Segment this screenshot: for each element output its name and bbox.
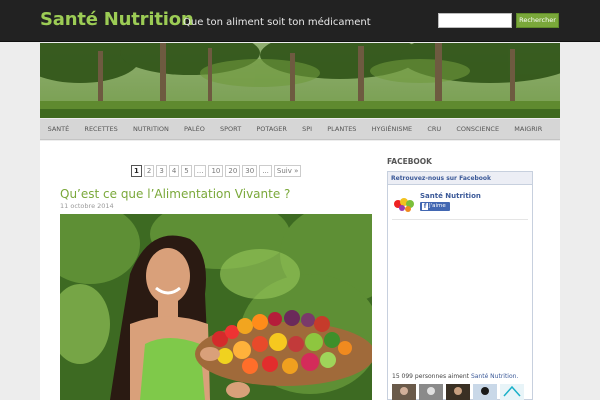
- page-link[interactable]: 2: [143, 165, 155, 177]
- facebook-fan-count: 15 099 personnes aiment Santé Nutrition.: [392, 373, 518, 380]
- page-link[interactable]: 4: [168, 165, 180, 177]
- top-bar: Santé Nutrition Que ton aliment soit ton…: [0, 0, 600, 42]
- fan-avatar[interactable]: [392, 384, 416, 400]
- nav-item-maigrir[interactable]: MAIGRIR: [507, 119, 550, 139]
- pagination: 1 2 3 4 5 ... 10 20 30 ... Suiv »: [131, 165, 302, 177]
- page-link[interactable]: 5: [181, 165, 192, 177]
- facebook-like-button[interactable]: f J'aime: [420, 202, 450, 211]
- search-input[interactable]: [438, 13, 512, 28]
- facebook-page-name[interactable]: Santé Nutrition: [420, 192, 481, 200]
- nav-item-spi[interactable]: SPI: [294, 119, 319, 139]
- facebook-widget: Retrouvez-nous sur Facebook Santé Nutrit…: [387, 171, 533, 400]
- main-navigation: SANTÉ RECETTES NUTRITION PALÉO SPORT POT…: [40, 119, 560, 140]
- search-button[interactable]: Rechercher: [516, 13, 559, 28]
- facebook-page-link[interactable]: Santé Nutrition.: [471, 373, 518, 380]
- nav-item-potager[interactable]: POTAGER: [249, 119, 295, 139]
- facebook-page-thumbnail[interactable]: [392, 192, 416, 214]
- page-ellipsis: ...: [259, 165, 272, 177]
- nav-item-plantes[interactable]: PLANTES: [320, 119, 364, 139]
- facebook-icon: f: [422, 203, 428, 210]
- page-ellipsis: ...: [193, 165, 207, 177]
- facebook-fan-count-text: 15 099 personnes aiment: [392, 373, 471, 380]
- nav-item-conscience[interactable]: CONSCIENCE: [449, 119, 507, 139]
- page-link[interactable]: 20: [225, 165, 241, 177]
- site-tagline: Que ton aliment soit ton médicament: [183, 17, 371, 28]
- nav-item-sport[interactable]: SPORT: [212, 119, 248, 139]
- nav-item-sante[interactable]: SANTÉ: [40, 119, 77, 139]
- page-link-current: 1: [131, 165, 142, 177]
- site-title[interactable]: Santé Nutrition: [40, 9, 194, 30]
- fan-avatar[interactable]: [500, 384, 524, 400]
- facebook-widget-header[interactable]: Retrouvez-nous sur Facebook: [388, 172, 532, 185]
- fan-avatar[interactable]: [419, 384, 443, 400]
- nav-item-recettes[interactable]: RECETTES: [77, 119, 126, 139]
- header-banner-image: [40, 43, 560, 118]
- nav-item-hygienisme[interactable]: HYGIÉNISME: [364, 119, 420, 139]
- fan-avatar[interactable]: [473, 384, 497, 400]
- page-link[interactable]: 3: [156, 165, 167, 177]
- facebook-fan-faces: [392, 384, 524, 400]
- nav-item-paleo[interactable]: PALÉO: [176, 119, 212, 139]
- post-featured-image[interactable]: [60, 214, 372, 400]
- nav-item-nutrition[interactable]: NUTRITION: [125, 119, 176, 139]
- divider: [392, 219, 528, 220]
- page-link[interactable]: 30: [242, 165, 258, 177]
- fan-avatar[interactable]: [446, 384, 470, 400]
- post-date: 11 octobre 2014: [60, 202, 114, 210]
- nav-item-cru[interactable]: CRU: [420, 119, 449, 139]
- page-link[interactable]: 10: [208, 165, 224, 177]
- next-page-link[interactable]: Suiv »: [273, 165, 302, 177]
- facebook-like-label: J'aime: [429, 203, 446, 209]
- sidebar-widget-title: FACEBOOK: [387, 157, 432, 166]
- post-title[interactable]: Qu’est ce que l’Alimentation Vivante ?: [60, 187, 290, 201]
